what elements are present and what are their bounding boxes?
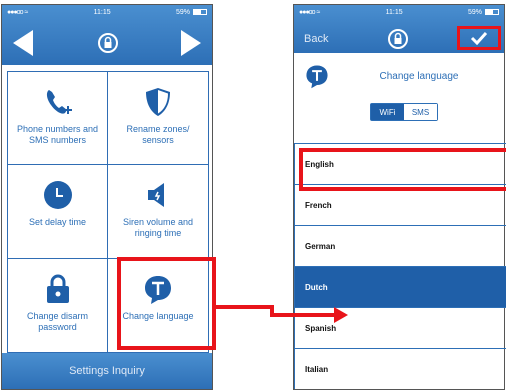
language-label: Dutch [305,282,328,292]
battery: 59% [176,9,207,16]
grid-item-label: Siren volume and ringing time [122,217,194,239]
signal-indicator: ●●●oo [7,8,24,16]
grid-item-label: Phone numbers and SMS numbers [16,124,99,145]
signal-indicator: ●●●oo [299,8,316,16]
page-title: Change language [379,71,459,82]
language-label: Spanish [305,323,337,333]
shield-icon [146,88,170,116]
grid-item-label: Change disarm password [26,310,89,332]
battery-percent: 59% [175,8,190,16]
grid-item-label: Rename zones/ sensors [126,124,190,145]
toggle-wifi[interactable]: WiFi [371,104,404,120]
language-option-dutch[interactable]: Dutch [294,266,506,307]
grid-item-siren-volume[interactable]: Siren volume and ringing time [108,165,208,259]
language-label: French [305,200,332,210]
signal-wifi: ●●●oo ≈ [7,9,28,16]
title-row: Change language [294,63,504,93]
highlight-change-language [117,257,216,350]
toggle-sms[interactable]: SMS [404,104,437,120]
signal-wifi: ●●●oo ≈ [299,9,320,16]
battery-percent: 59% [467,8,482,16]
grid-item-phone-numbers[interactable]: Phone numbers and SMS numbers [8,72,108,166]
battery-icon [192,9,207,15]
lock-logo-icon [388,29,408,49]
wifi-icon: ≈ [24,8,29,16]
confirm-button[interactable] [457,26,501,50]
grid-item-change-password[interactable]: Change disarm password [8,258,108,352]
left-header: ●●●oo ≈ 11:15 59% [2,5,212,65]
lock-icon [46,274,69,303]
arrow-head-icon [334,307,348,323]
language-option-italian[interactable]: Italian [294,348,506,389]
grid-item-set-delay[interactable]: Set delay time [8,165,108,259]
mode-toggle: WiFi SMS [370,103,438,121]
back-button[interactable]: Back [304,33,328,45]
status-time: 11:15 [385,8,403,16]
highlight-english [299,148,506,191]
callout-arrow-line [215,305,270,309]
lock-logo-icon [98,33,118,53]
phone-plus-icon [46,90,72,114]
back-arrow-icon[interactable] [13,30,33,56]
settings-inquiry-button[interactable]: Settings Inquiry [2,353,212,389]
status-time: 11:15 [93,8,111,16]
checkmark-icon [470,31,488,45]
clock-icon [43,181,72,210]
forward-arrow-icon[interactable] [181,30,201,56]
status-bar: ●●●oo ≈ 11:15 59% [294,5,504,19]
language-label: German [305,241,336,251]
status-bar: ●●●oo ≈ 11:15 59% [2,5,212,19]
language-option-german[interactable]: German [294,225,506,266]
speaker-icon [148,183,164,208]
footer-label: Settings Inquiry [69,365,145,377]
callout-arrow-line [270,313,336,317]
grid-item-rename-zones[interactable]: Rename zones/ sensors [108,72,208,166]
wifi-icon: ≈ [316,8,321,16]
grid-item-label: Set delay time [28,217,87,228]
battery-icon [484,9,499,15]
language-label: Italian [305,364,329,374]
battery: 59% [468,9,499,16]
